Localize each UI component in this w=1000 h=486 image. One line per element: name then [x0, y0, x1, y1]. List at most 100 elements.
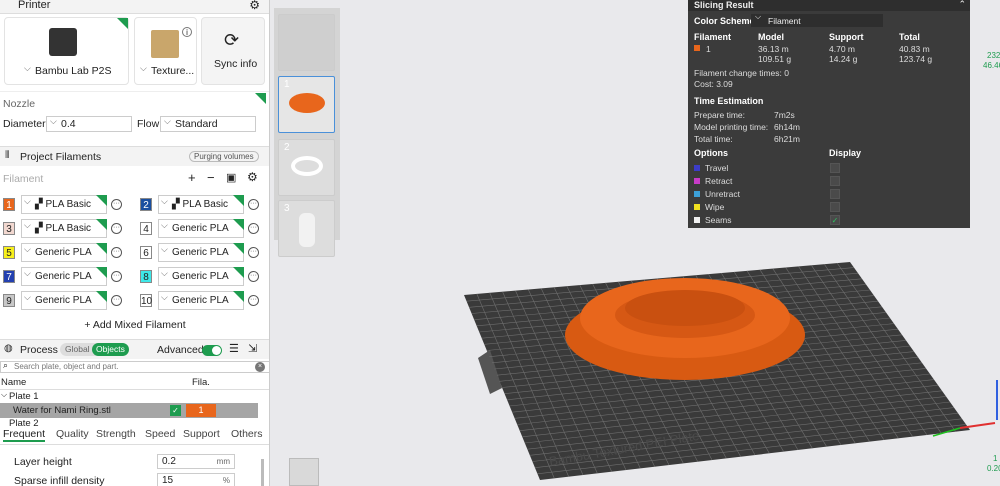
remove-icon[interactable]: −	[207, 170, 215, 185]
process-header: ◍ Process Global Objects Advanced ☰ ⇲	[0, 339, 269, 359]
filament-6-select[interactable]: Generic PLA	[158, 241, 244, 262]
flow-select[interactable]: Standard	[160, 114, 256, 132]
plate-card[interactable]: i Texture...	[134, 17, 197, 85]
tab-others[interactable]: Others	[231, 428, 263, 440]
tab-speed[interactable]: Speed	[145, 428, 175, 440]
object-search[interactable]: ⌕ Search plate, object and part. ×	[0, 360, 269, 373]
sync-info-button[interactable]: ⟳ Sync info	[201, 17, 265, 85]
collapse-panel-icon[interactable]: ⌃	[958, 0, 966, 10]
collapse-icon[interactable]: ⌵	[1, 390, 7, 400]
filament-6-color[interactable]: 6	[140, 246, 152, 259]
advanced-toggle[interactable]	[202, 345, 222, 356]
filament-settings-icon[interactable]: ⚙	[247, 170, 258, 184]
filament-status-icon	[233, 243, 244, 254]
more-icon[interactable]: ···	[248, 295, 259, 306]
support-length: 4.70 m	[829, 44, 855, 54]
printer-title: Printer	[18, 0, 51, 11]
tab-support[interactable]: Support	[183, 428, 220, 440]
tab-strength[interactable]: Strength	[96, 428, 136, 440]
layer-height-value: 0.2	[162, 456, 176, 467]
frequent-settings: Layer height 0.2 mm Sparse infill densit…	[0, 444, 269, 486]
figure-model-icon	[299, 213, 315, 247]
plate-1-row[interactable]: ⌵ Plate 1	[0, 390, 269, 403]
objects-option[interactable]: Objects	[92, 343, 129, 356]
more-icon[interactable]: ···	[248, 247, 259, 258]
more-icon[interactable]: ···	[111, 223, 122, 234]
project-filaments-title: Project Filaments	[20, 151, 102, 163]
plate-thumb-1-number: 1	[284, 79, 290, 90]
printer-card[interactable]: Bambu Lab P2S	[4, 17, 129, 85]
global-option[interactable]: Global	[65, 344, 90, 354]
axis-cube-icon[interactable]	[289, 458, 319, 486]
build-plate-view[interactable]: Bambu Textured PEI Plate	[440, 240, 1000, 486]
infill-density-input[interactable]: 15 %	[157, 473, 235, 486]
option-seams-checkbox[interactable]: ✓	[830, 215, 840, 225]
more-icon[interactable]: ···	[248, 223, 259, 234]
option-retract-checkbox[interactable]	[830, 176, 840, 186]
support-weight: 14.24 g	[829, 54, 858, 64]
plate-thumb-1[interactable]: 1	[278, 76, 335, 133]
filament-4-select[interactable]: Generic PLA	[158, 217, 244, 238]
settings-scrollbar[interactable]	[261, 459, 264, 486]
list-icon[interactable]: ☰	[229, 342, 239, 355]
option-travel-checkbox[interactable]	[830, 163, 840, 173]
plate-thumb-top[interactable]	[278, 14, 335, 71]
option-wipe-checkbox[interactable]	[830, 202, 840, 212]
global-objects-toggle[interactable]: Global Objects	[60, 343, 129, 356]
object-row[interactable]: Water for Nami Ring.stl ✓ 1	[0, 403, 258, 418]
option-unretract-swatch	[694, 191, 700, 197]
infill-density-label: Sparse infill density	[14, 475, 105, 486]
compare-icon[interactable]: ⇲	[248, 342, 257, 355]
sync-filament-icon[interactable]: ▣	[226, 171, 236, 184]
filament-1-select[interactable]: ▞ PLA Basic	[21, 193, 107, 214]
filament-2-color[interactable]: 2	[140, 198, 152, 211]
diameter-select[interactable]: 0.4	[46, 114, 132, 132]
filament-9-select[interactable]: Generic PLA	[21, 289, 107, 310]
filament-10-color[interactable]: 10	[140, 294, 152, 307]
printer-name[interactable]: Bambu Lab P2S	[21, 61, 121, 80]
object-checked-icon: ✓	[170, 405, 181, 416]
color-scheme-value: Filament	[768, 16, 801, 26]
filament-5-select[interactable]: Generic PLA	[21, 241, 107, 262]
filament-id: 1	[706, 44, 711, 54]
add-icon[interactable]: +	[188, 170, 196, 185]
more-icon[interactable]: ···	[111, 295, 122, 306]
plate-2-row[interactable]: Plate 2	[0, 419, 269, 427]
filament-7-color[interactable]: 7	[3, 270, 15, 283]
search-input[interactable]: Search plate, object and part.	[14, 362, 119, 371]
filament-2-select[interactable]: ▞ PLA Basic	[158, 193, 244, 214]
option-unretract-label: Unretract	[705, 189, 740, 199]
filament-9-color[interactable]: 9	[3, 294, 15, 307]
filament-5-color[interactable]: 5	[3, 246, 15, 259]
plate-thumb-3[interactable]: 3	[278, 200, 335, 257]
filament-8-select[interactable]: Generic PLA	[158, 265, 244, 286]
filament-8-color[interactable]: 8	[140, 270, 152, 283]
color-scheme-select[interactable]: ⌵ Filament	[751, 12, 883, 27]
tab-frequent[interactable]: Frequent	[3, 428, 46, 442]
info-icon[interactable]: i	[182, 27, 192, 37]
clear-search-icon[interactable]: ×	[255, 362, 265, 372]
more-icon[interactable]: ···	[248, 199, 259, 210]
more-icon[interactable]: ···	[111, 247, 122, 258]
more-icon[interactable]: ···	[248, 271, 259, 282]
col-fila: Fila.	[192, 377, 210, 388]
more-icon[interactable]: ···	[111, 271, 122, 282]
purging-volumes-button[interactable]: Purging volumes	[189, 151, 259, 162]
filament-1-color[interactable]: 1	[3, 198, 15, 211]
plate-name[interactable]: Texture...	[137, 61, 195, 80]
tab-quality[interactable]: Quality	[56, 428, 89, 440]
filament-10-select[interactable]: Generic PLA	[158, 289, 244, 310]
filament-3-color[interactable]: 3	[3, 222, 15, 235]
more-icon[interactable]: ···	[111, 199, 122, 210]
bambu-logo-icon: ▞	[172, 199, 183, 210]
plate-thumb-2[interactable]: 2	[278, 139, 335, 196]
filament-3-select[interactable]: ▞ PLA Basic	[21, 217, 107, 238]
option-unretract-checkbox[interactable]	[830, 189, 840, 199]
gear-icon[interactable]: ⚙	[249, 0, 260, 12]
filament-7-select[interactable]: Generic PLA	[21, 265, 107, 286]
object-filament[interactable]: 1	[186, 404, 216, 417]
time-estimation-title: Time Estimation	[694, 96, 764, 106]
filament-4-color[interactable]: 4	[140, 222, 152, 235]
add-mixed-filament-button[interactable]: + Add Mixed Filament	[0, 317, 269, 333]
layer-height-input[interactable]: 0.2 mm	[157, 454, 235, 469]
